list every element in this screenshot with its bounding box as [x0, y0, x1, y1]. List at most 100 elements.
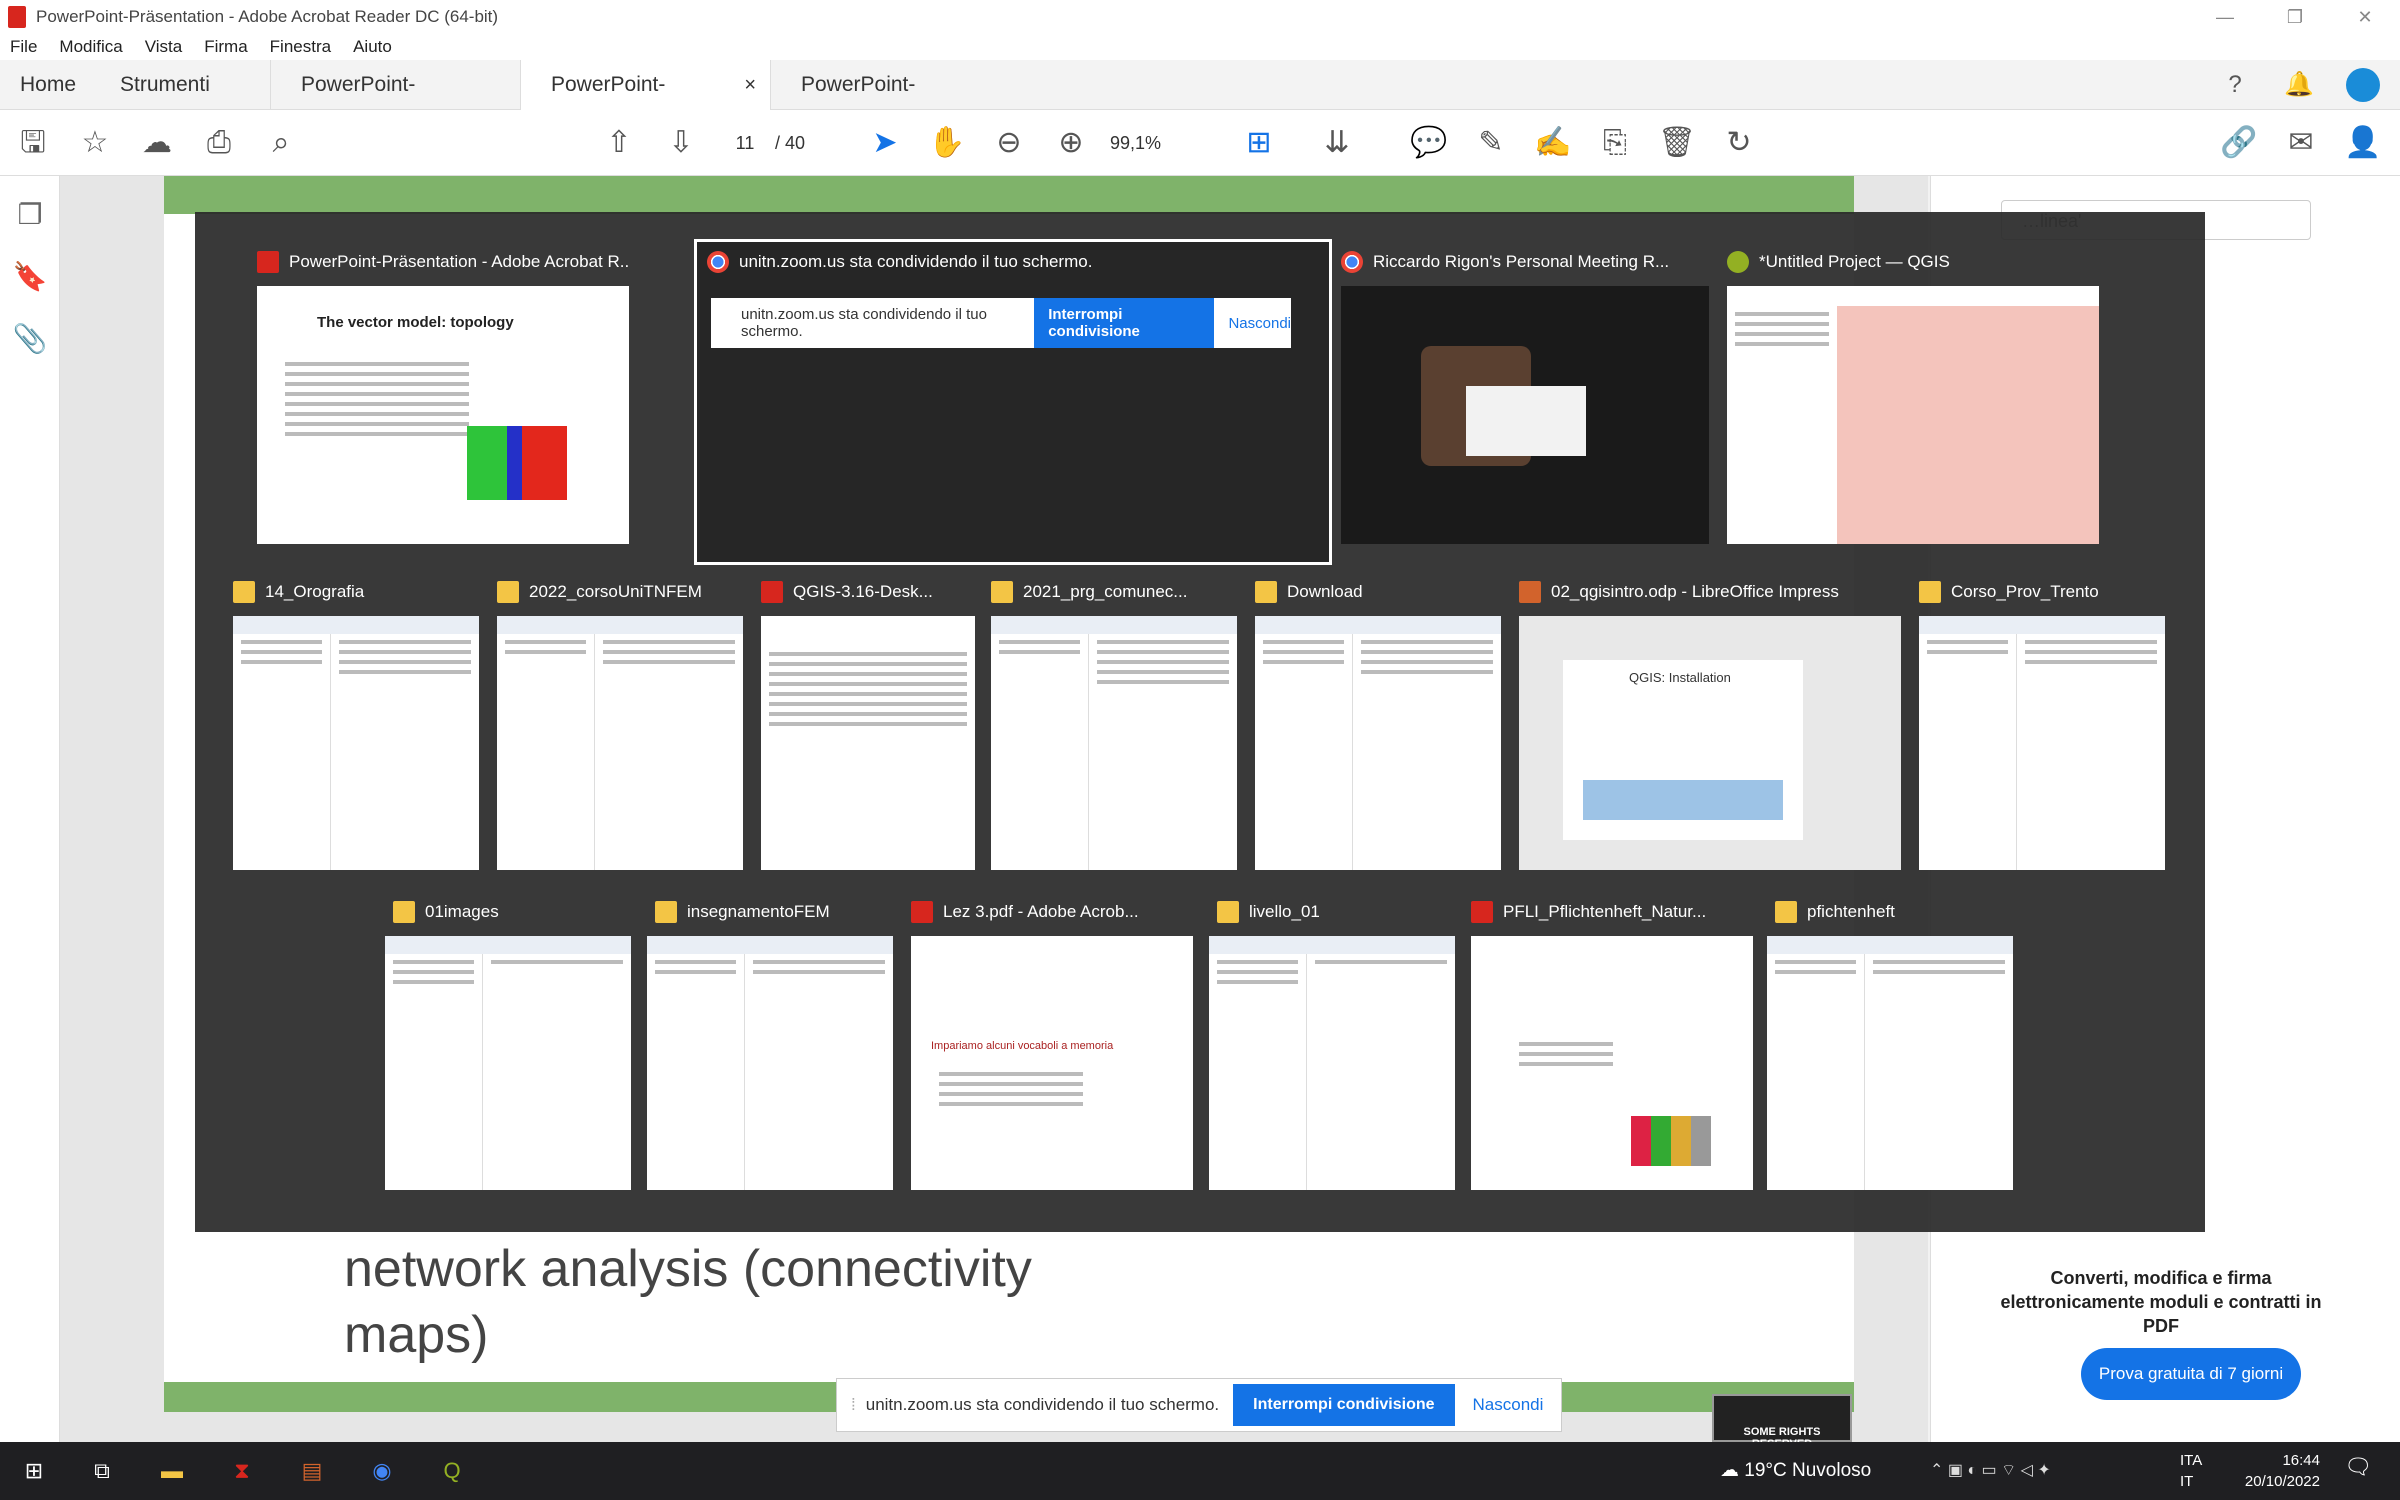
thumb-slide-title: QGIS: Installation [1629, 670, 1731, 685]
tab-document-2[interactable]: PowerPoint-Präsent...× [520, 59, 770, 146]
upload-icon[interactable]: ☁ [138, 124, 176, 162]
window-title-text: 2021_prg_comunec... [1023, 582, 1188, 601]
minimize-button[interactable]: — [2190, 0, 2260, 34]
menu-modifica[interactable]: Modifica [59, 37, 122, 57]
window-title: PowerPoint-Präsentation - Adobe Acrobat … [36, 7, 499, 26]
star-icon[interactable]: ☆ [76, 124, 114, 162]
weather-text: 19°C Nuvoloso [1744, 1460, 1872, 1481]
switcher-window-pdf-lez3[interactable]: Lez 3.pdf - Adobe Acrob... Impariamo alc… [911, 892, 1193, 1202]
switcher-window-meeting[interactable]: Riccardo Rigon's Personal Meeting R... [1341, 242, 1709, 562]
close-window-button[interactable]: ✕ [2330, 0, 2400, 34]
window-title: PFLI_Pflichtenheft_Natur... [1471, 892, 1753, 932]
chrome-icon [707, 251, 729, 273]
switcher-window-folder[interactable]: insegnamentoFEM [647, 892, 893, 1202]
tab-bar: Home Strumenti PowerPoint-Präsent... Pow… [0, 59, 2400, 146]
zoom-out-icon[interactable]: ⊖ [990, 124, 1028, 162]
window-thumbnail [385, 936, 631, 1190]
task-view-icon[interactable]: ⧉ [82, 1452, 122, 1490]
weather-widget[interactable]: ☁ 19°C Nuvoloso [1720, 1442, 1871, 1500]
menu-vista[interactable]: Vista [145, 37, 183, 57]
delete-icon[interactable]: 🗑 [1658, 124, 1696, 162]
add-user-icon[interactable]: 👤 [2344, 124, 2382, 162]
chrome-taskbar-icon[interactable]: ◉ [362, 1452, 402, 1490]
search-icon[interactable]: ⌕ [262, 124, 300, 162]
switcher-window-folder[interactable]: 14_Orografia [233, 572, 479, 882]
select-cursor-icon[interactable]: ➤ [866, 124, 904, 162]
title-bar: PowerPoint-Präsentation - Adobe Acrobat … [0, 0, 2400, 34]
menu-finestra[interactable]: Finestra [270, 37, 331, 57]
window-title: *Untitled Project — QGIS [1727, 242, 2099, 282]
switcher-window-impress[interactable]: 02_qgisintro.odp - LibreOffice Impress Q… [1519, 572, 1901, 882]
thumb-slide: QGIS: Installation [1563, 660, 1803, 840]
switcher-window-zoom-share[interactable]: unitn.zoom.us sta condividendo il tuo sc… [694, 239, 1332, 565]
hide-bar-link[interactable]: Nascondi [1473, 1395, 1544, 1415]
zoom-in-icon[interactable]: ⊕ [1052, 124, 1090, 162]
qgis-taskbar-icon[interactable]: Q [432, 1452, 472, 1490]
switcher-window-folder[interactable]: 2021_prg_comunec... [991, 572, 1237, 882]
window-thumbnail [1919, 616, 2165, 870]
switcher-window-folder[interactable]: 01images [385, 892, 631, 1202]
next-page-icon[interactable]: ⇩ [662, 124, 700, 162]
system-tray[interactable]: ⌃ ▣ ◐ ▭ ⌔ ◁ ✦ [1930, 1442, 2051, 1500]
language-code: ITA [2180, 1452, 2203, 1469]
window-title-text: 14_Orografia [265, 582, 365, 601]
stamp-icon[interactable]: ⎘ [1596, 124, 1634, 162]
switcher-window-pdf-pfli[interactable]: PFLI_Pflichtenheft_Natur... [1471, 892, 1753, 1202]
switcher-window-qgis[interactable]: *Untitled Project — QGIS [1727, 242, 2099, 562]
print-icon[interactable]: ⎙ [200, 124, 238, 162]
scroll-mode-icon[interactable]: ⇊ [1318, 124, 1356, 162]
sign-icon[interactable]: ✍ [1534, 124, 1572, 162]
comment-icon[interactable]: 💬 [1410, 124, 1448, 162]
impress-taskbar-icon[interactable]: ▤ [292, 1452, 332, 1490]
switcher-window-acrobat[interactable]: PowerPoint-Präsentation - Adobe Acrobat … [257, 242, 629, 562]
fit-page-icon[interactable]: ⊞ [1240, 124, 1278, 162]
window-title-text: *Untitled Project — QGIS [1759, 252, 1950, 271]
folder-icon [497, 581, 519, 603]
thumb-slide-highlight [1583, 780, 1783, 820]
bookmark-icon[interactable]: 🔖 [0, 260, 60, 300]
switcher-window-pdf[interactable]: QGIS-3.16-Desk... [761, 572, 975, 882]
attachment-icon[interactable]: 📎 [0, 322, 60, 362]
pages-icon[interactable]: ❐ [0, 198, 60, 238]
tab-document-3[interactable]: PowerPoint-Präsent... [770, 59, 1020, 146]
drag-handle-icon[interactable]: ⁞ [851, 1395, 856, 1415]
highlight-pen-icon[interactable]: ✎ [1472, 124, 1510, 162]
tab-tools[interactable]: Strumenti [100, 60, 270, 110]
window-thumbnail [1727, 286, 2099, 544]
chevron-up-icon[interactable]: ⌃ [1930, 1462, 1948, 1479]
previous-page-icon[interactable]: ⇧ [600, 124, 638, 162]
tab-home[interactable]: Home [0, 60, 100, 110]
notification-icon[interactable]: 🗨 [2338, 1454, 2378, 1488]
switcher-window-folder[interactable]: 2022_corsoUniTNFEM [497, 572, 743, 882]
window-thumbnail [1209, 936, 1455, 1190]
switcher-window-folder-download[interactable]: Download [1255, 572, 1501, 882]
switcher-window-folder[interactable]: pfichtenheft [1767, 892, 2013, 1202]
close-tab-icon[interactable]: × [744, 60, 756, 110]
bell-icon[interactable]: 🔔 [2282, 68, 2316, 102]
avatar[interactable] [2346, 68, 2380, 102]
language-indicator[interactable]: ITA IT [2180, 1450, 2202, 1492]
switcher-window-folder[interactable]: livello_01 [1209, 892, 1455, 1202]
link-icon[interactable]: 🔗 [2220, 124, 2258, 162]
mail-icon[interactable]: ✉ [2282, 124, 2320, 162]
page-number-input[interactable]: 11 [720, 126, 770, 160]
windows-start-icon[interactable]: ⊞ [14, 1452, 54, 1490]
menu-file[interactable]: File [10, 37, 37, 57]
slide-header-band [164, 176, 1854, 214]
window-thumbnail: Impariamo alcuni vocaboli a memoria [911, 936, 1193, 1190]
help-icon[interactable]: ? [2218, 68, 2252, 102]
stop-sharing-button[interactable]: Interrompi condivisione [1233, 1384, 1455, 1426]
menu-firma[interactable]: Firma [204, 37, 247, 57]
maximize-button[interactable]: ❐ [2260, 0, 2330, 34]
tab-document-1[interactable]: PowerPoint-Präsent... [270, 59, 520, 146]
clock[interactable]: 16:44 20/10/2022 [2240, 1450, 2320, 1492]
menu-aiuto[interactable]: Aiuto [353, 37, 392, 57]
hand-tool-icon[interactable]: ✋ [928, 124, 966, 162]
save-icon[interactable]: 🖫 [14, 124, 52, 162]
acrobat-taskbar-icon[interactable]: ⧗ [222, 1452, 262, 1490]
switcher-window-folder[interactable]: Corso_Prov_Trento [1919, 572, 2165, 882]
zoom-level-select[interactable]: 99,1% [1110, 126, 1205, 160]
free-trial-button[interactable]: Prova gratuita di 7 giorni [2081, 1348, 2301, 1400]
file-explorer-icon[interactable]: ▬ [152, 1452, 192, 1490]
redo-icon[interactable]: ↻ [1720, 124, 1758, 162]
